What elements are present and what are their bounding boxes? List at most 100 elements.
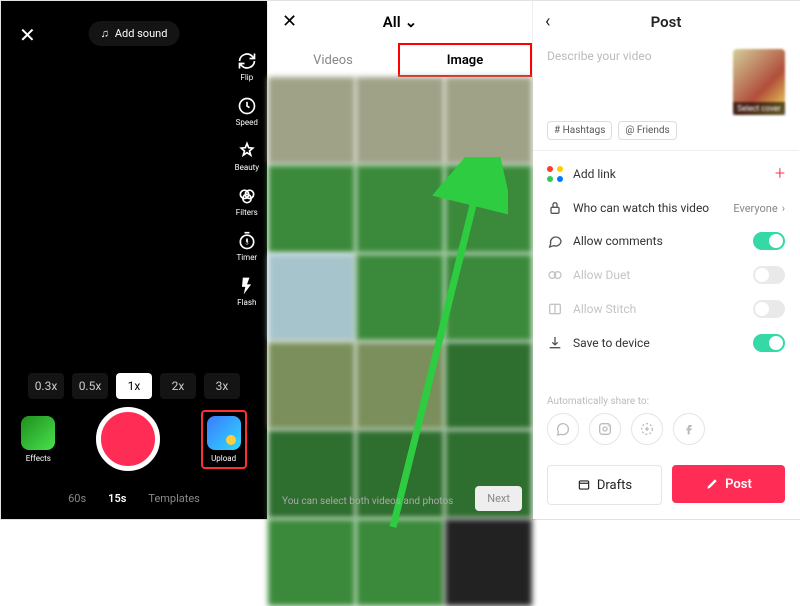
tab-videos[interactable]: Videos	[268, 43, 398, 77]
album-dropdown[interactable]: All ⌄	[383, 13, 417, 31]
row-privacy[interactable]: Who can watch this video Everyone ›	[533, 192, 799, 224]
media-thumb[interactable]	[268, 519, 355, 606]
post-button-label: Post	[725, 477, 752, 492]
stitch-toggle	[753, 300, 785, 318]
media-thumb[interactable]	[356, 342, 443, 429]
zoom-0-5x[interactable]: 0.5x	[72, 373, 108, 399]
chevron-down-icon: ⌄	[405, 13, 418, 31]
lock-icon	[547, 200, 563, 216]
gallery-screen: ✕ All ⌄ Videos Image	[267, 1, 533, 519]
gallery-hint: You can select both videos and photos	[282, 496, 453, 507]
media-thumb[interactable]	[356, 519, 443, 606]
select-cover-label: Select cover	[733, 102, 785, 115]
tab-image[interactable]: Image	[398, 43, 532, 77]
media-thumb[interactable]	[268, 77, 355, 164]
effects-button[interactable]: Effects	[21, 416, 55, 463]
save-label: Save to device	[573, 336, 743, 350]
flip-tool[interactable]: Flip	[237, 51, 257, 82]
beauty-icon	[237, 141, 257, 161]
media-thumb[interactable]	[356, 165, 443, 252]
camera-tools: Flip Speed Beauty Filters 3 Timer Flash	[235, 51, 259, 307]
chevron-right-icon: ›	[782, 202, 785, 215]
row-add-link[interactable]: Add link +	[533, 155, 799, 192]
music-note-icon: ♫	[101, 27, 109, 40]
beauty-label: Beauty	[235, 163, 259, 172]
drafts-label: Drafts	[597, 478, 632, 493]
add-link-label: Add link	[573, 167, 765, 181]
media-thumb[interactable]	[445, 342, 532, 429]
duration-60s[interactable]: 60s	[68, 492, 86, 505]
filters-icon	[237, 186, 257, 206]
save-toggle[interactable]	[753, 334, 785, 352]
upload-button[interactable]: Upload	[207, 416, 241, 463]
share-whatsapp[interactable]	[547, 413, 579, 445]
row-comments: Allow comments	[533, 224, 799, 258]
plus-icon: +	[775, 163, 785, 184]
whatsapp-icon	[555, 421, 571, 437]
row-duet: Allow Duet	[533, 258, 799, 292]
zoom-3x[interactable]: 3x	[204, 373, 240, 399]
zoom-1x[interactable]: 1x	[116, 373, 152, 399]
privacy-label: Who can watch this video	[573, 201, 723, 215]
upload-highlight: Upload	[201, 410, 247, 469]
duration-templates[interactable]: Templates	[148, 492, 199, 505]
upload-label: Upload	[211, 454, 236, 463]
share-facebook[interactable]	[673, 413, 705, 445]
media-grid	[268, 77, 532, 606]
upload-icon	[207, 416, 241, 450]
row-stitch: Allow Stitch	[533, 292, 799, 326]
post-screen: ‹ Post Describe your video Select cover …	[533, 1, 799, 519]
zoom-0-3x[interactable]: 0.3x	[28, 373, 64, 399]
close-icon[interactable]: ✕	[19, 23, 36, 47]
filters-label: Filters	[236, 208, 258, 217]
zoom-2x[interactable]: 2x	[160, 373, 196, 399]
page-title: Post	[651, 13, 682, 31]
media-thumb[interactable]	[445, 77, 532, 164]
duet-label: Allow Duet	[573, 268, 743, 282]
share-row	[533, 413, 799, 455]
media-thumb[interactable]	[356, 254, 443, 341]
back-icon[interactable]: ‹	[545, 11, 550, 32]
add-sound-button[interactable]: ♫ Add sound	[89, 21, 180, 46]
media-thumb[interactable]	[356, 77, 443, 164]
share-stories[interactable]	[631, 413, 663, 445]
next-button[interactable]: Next	[475, 486, 522, 511]
zoom-selector: 0.3x 0.5x 1x 2x 3x	[1, 373, 267, 399]
instagram-icon	[597, 421, 613, 437]
row-save: Save to device	[533, 326, 799, 360]
media-thumb[interactable]	[268, 254, 355, 341]
drafts-button[interactable]: Drafts	[547, 465, 662, 505]
post-icon	[705, 477, 719, 491]
flash-label: Flash	[237, 298, 256, 307]
beauty-tool[interactable]: Beauty	[235, 141, 259, 172]
speed-label: Speed	[236, 118, 258, 127]
timer-tool[interactable]: 3 Timer	[236, 231, 257, 262]
flash-tool[interactable]: Flash	[237, 276, 257, 307]
flash-icon	[237, 276, 257, 296]
media-thumb[interactable]	[268, 342, 355, 429]
link-icon	[547, 166, 563, 182]
select-cover-button[interactable]: Select cover	[733, 49, 785, 115]
camera-screen: ✕ ♫ Add sound Flip Speed Beauty Filters	[1, 1, 267, 519]
duration-15s[interactable]: 15s	[108, 492, 126, 505]
flip-label: Flip	[240, 73, 253, 82]
close-icon[interactable]: ✕	[282, 11, 297, 32]
filters-tool[interactable]: Filters	[236, 186, 258, 217]
hashtags-chip[interactable]: # Hashtags	[547, 121, 612, 140]
album-dropdown-label: All	[383, 13, 401, 31]
comments-toggle[interactable]	[753, 232, 785, 250]
speed-icon	[237, 96, 257, 116]
media-thumb[interactable]	[445, 254, 532, 341]
description-input[interactable]: Describe your video	[547, 49, 723, 115]
post-button[interactable]: Post	[672, 465, 785, 503]
media-thumb[interactable]	[268, 165, 355, 252]
media-thumb[interactable]	[445, 519, 532, 606]
media-thumb[interactable]	[445, 165, 532, 252]
drafts-icon	[577, 478, 591, 492]
share-instagram[interactable]	[589, 413, 621, 445]
speed-tool[interactable]: Speed	[236, 96, 258, 127]
privacy-value: Everyone	[733, 202, 777, 215]
record-button[interactable]	[96, 407, 160, 471]
friends-chip[interactable]: @ Friends	[618, 121, 676, 140]
duration-selector: 60s 15s Templates	[1, 492, 267, 505]
